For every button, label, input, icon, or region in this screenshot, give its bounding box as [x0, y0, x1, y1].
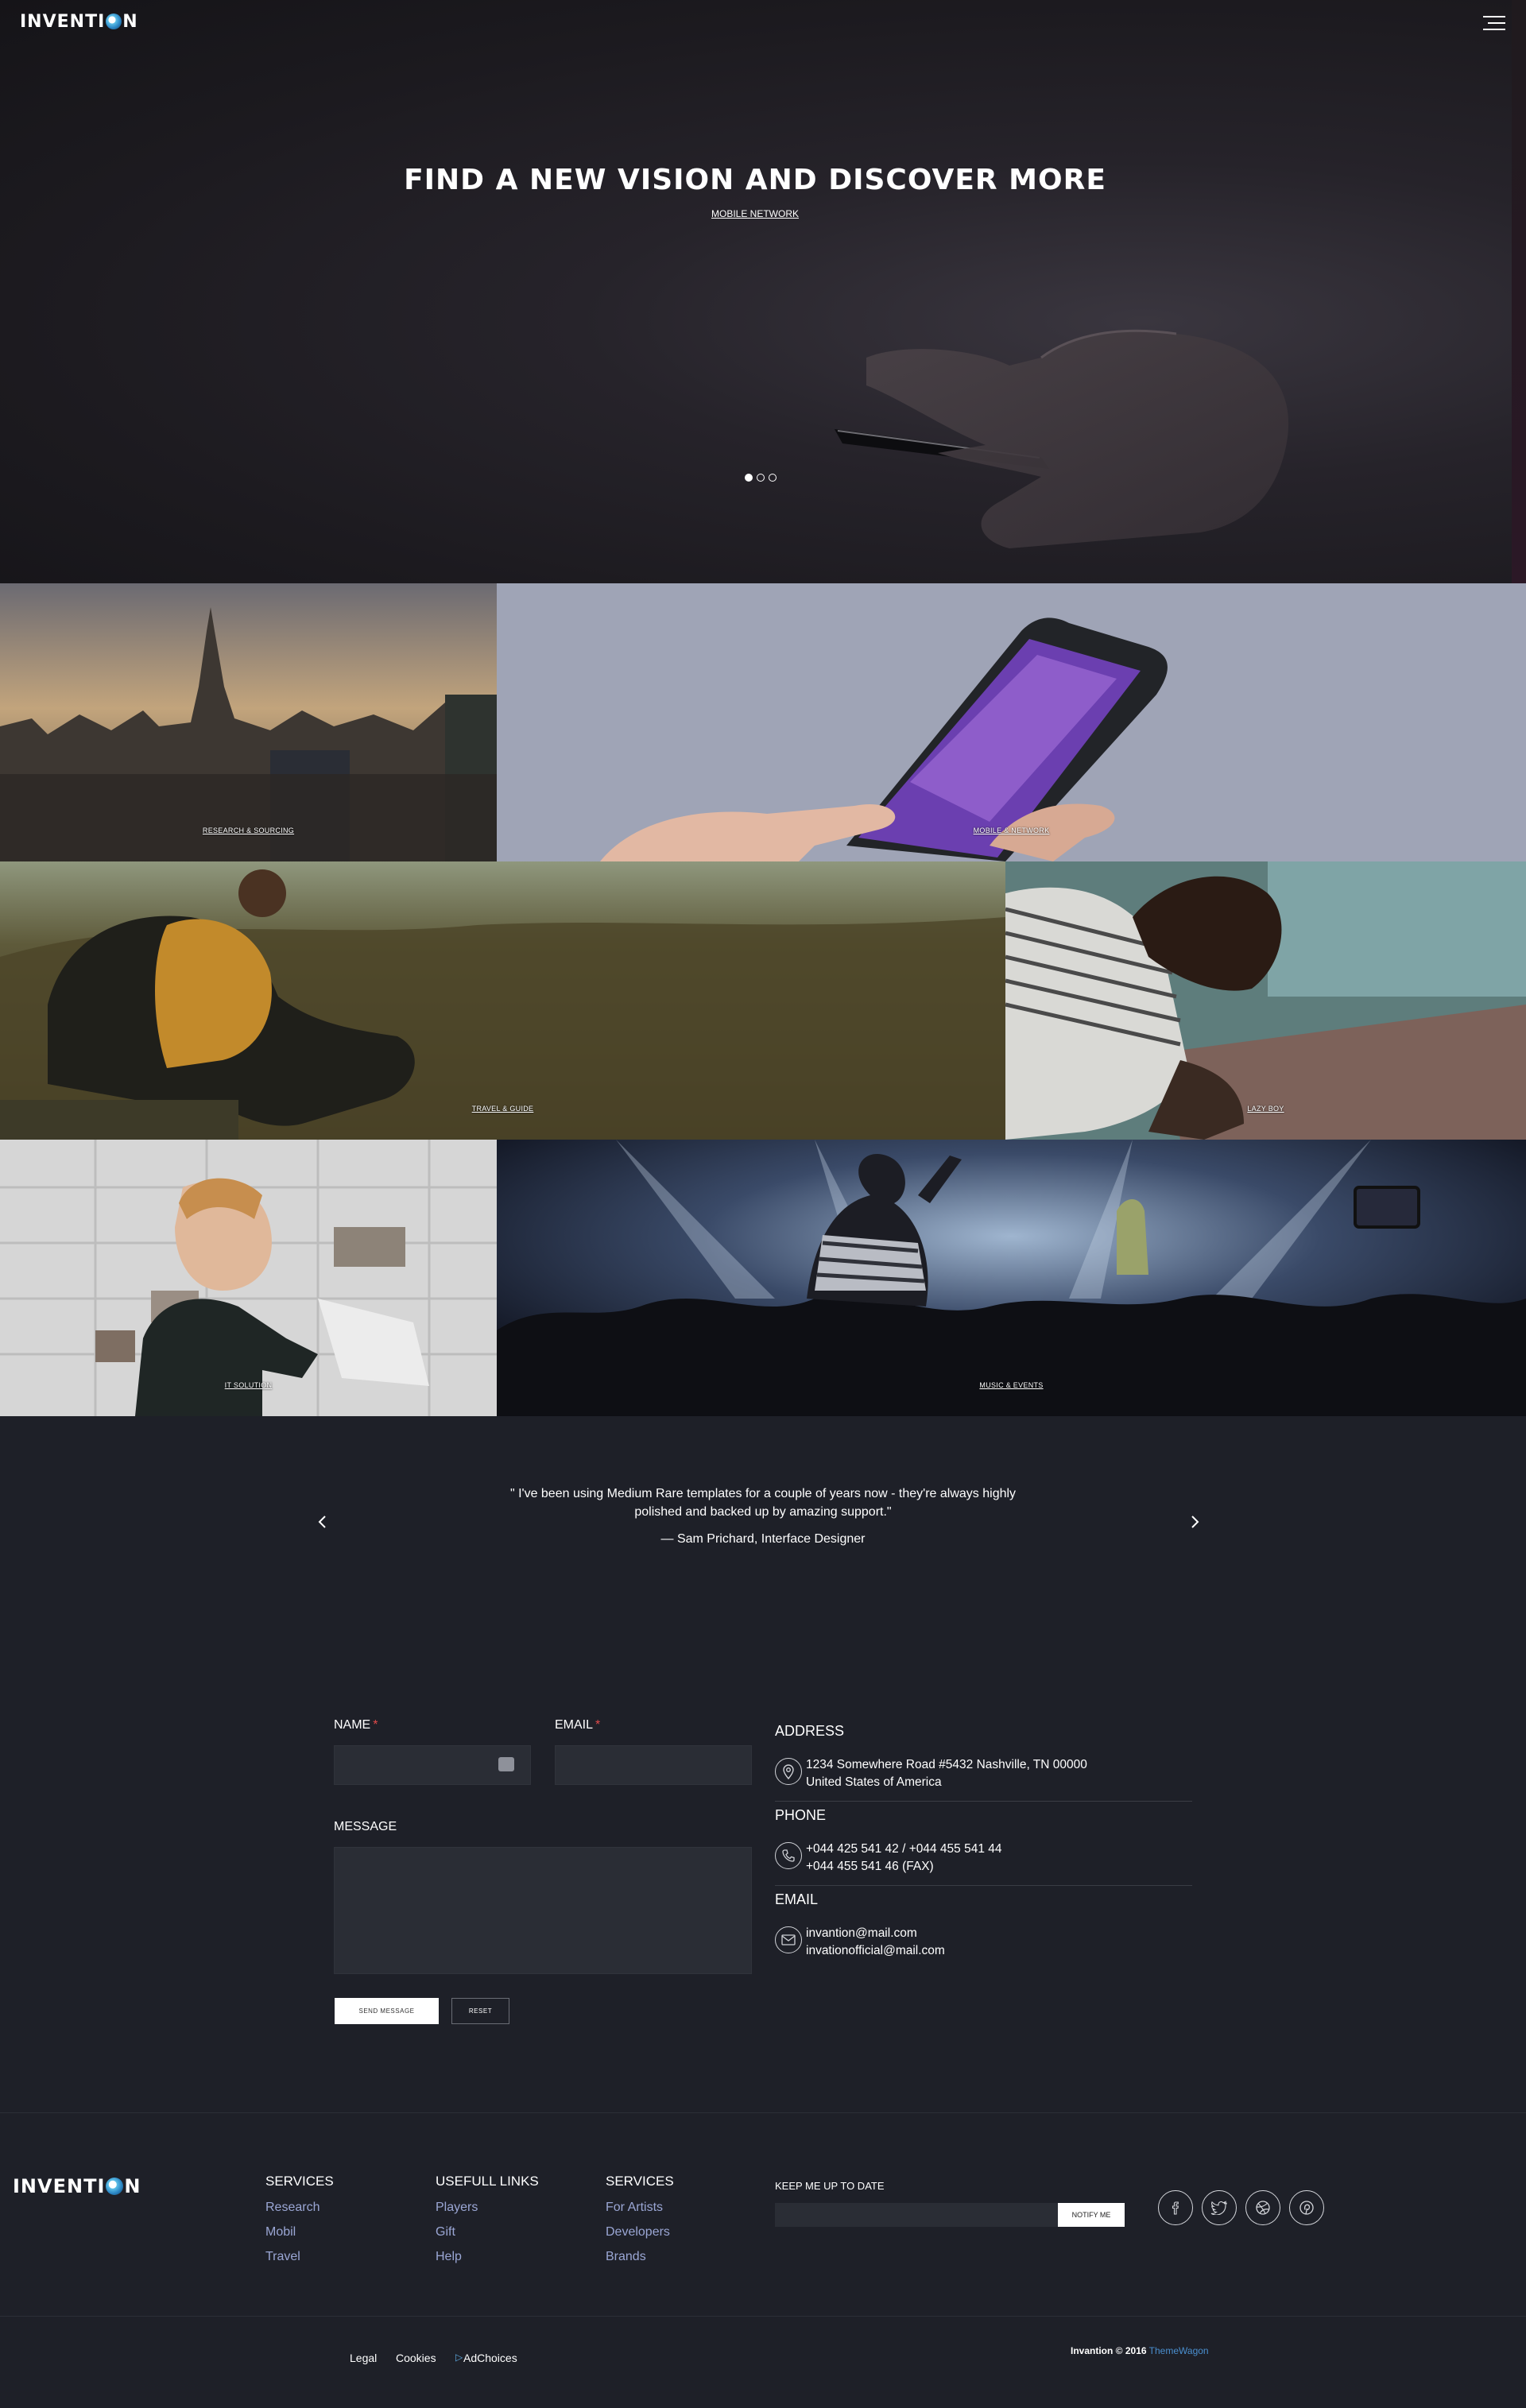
footer-column-title: SERVICES — [606, 2174, 674, 2189]
portfolio-label[interactable]: MUSIC & EVENTS — [497, 1381, 1526, 1389]
testimonial-author: — Sam Prichard, Interface Designer — [660, 1532, 866, 1546]
footer-link-developers[interactable]: Developers — [606, 2225, 674, 2240]
email-field[interactable] — [555, 1745, 752, 1785]
adchoices-link[interactable]: AdChoices — [463, 2352, 517, 2364]
divider — [775, 1885, 1192, 1886]
footer-logo[interactable]: INVENTI N — [13, 2175, 141, 2197]
name-label: NAME * — [334, 1718, 378, 1732]
email-line-2[interactable]: invationofficial@mail.com — [806, 1942, 945, 1960]
logo-text-end: N — [122, 11, 138, 32]
footer-divider — [0, 2316, 1526, 2317]
portfolio-tile-research[interactable]: RESEARCH & SOURCING — [0, 583, 497, 861]
portfolio-tile-music[interactable]: MUSIC & EVENTS — [497, 1140, 1526, 1416]
phone-icon — [775, 1842, 802, 1869]
portfolio-tile-lazyboy[interactable]: LAZY BOY — [1005, 861, 1526, 1140]
notify-me-button[interactable]: NOTIFY ME — [1058, 2203, 1125, 2227]
message-field[interactable] — [334, 1847, 752, 1974]
testimonial-section: " I've been using Medium Rare templates … — [0, 1416, 1526, 1631]
logo-text: INVENTI — [20, 11, 106, 32]
dribbble-icon[interactable] — [1245, 2190, 1280, 2225]
footer-column-title: USEFULL LINKS — [436, 2174, 539, 2189]
newsletter-label: KEEP ME UP TO DATE — [775, 2180, 885, 2192]
footer-link-players[interactable]: Players — [436, 2201, 539, 2215]
keyboard-icon — [498, 1757, 514, 1771]
concert-crowd-image — [497, 1140, 1526, 1416]
copyright-text: Invantion © 2016 — [1071, 2345, 1147, 2356]
reset-button[interactable]: RESET — [451, 1998, 509, 2024]
portfolio-tile-it[interactable]: IT SOLUTION — [0, 1140, 497, 1416]
footer-link-travel[interactable]: Travel — [265, 2250, 334, 2264]
email-line-1[interactable]: invantion@mail.com — [806, 1925, 917, 1942]
footer-link-help[interactable]: Help — [436, 2250, 539, 2264]
hero-title: FIND A NEW VISION AND DISCOVER MORE — [404, 164, 1106, 196]
phone-line-2: +044 455 541 46 (FAX) — [806, 1860, 934, 1873]
slider-dots — [745, 474, 777, 482]
portfolio-label[interactable]: MOBILE & NETWORK — [497, 827, 1526, 834]
portfolio-label[interactable]: LAZY BOY — [1005, 1105, 1526, 1113]
logo-text: INVENTI — [13, 2175, 106, 2197]
footer-column-title: SERVICES — [265, 2174, 334, 2189]
name-field[interactable] — [334, 1745, 531, 1785]
man-leaning-image — [1005, 861, 1526, 1140]
address-line-2: United States of America — [806, 1775, 942, 1789]
address-line-1: 1234 Somewhere Road #5432 Nashville, TN … — [806, 1758, 1087, 1771]
email-label: EMAIL * — [555, 1718, 601, 1732]
logo-globe-icon — [106, 2178, 124, 2195]
adchoices-icon: ▷ — [455, 2352, 463, 2363]
address-heading: ADDRESS — [775, 1723, 845, 1739]
footer-column-useful-links: USEFULL LINKS Players Gift Help — [436, 2174, 539, 2274]
footer: INVENTI N SERVICES Research Mobil Travel … — [0, 2112, 1526, 2408]
footer-column-services: SERVICES Research Mobil Travel — [265, 2174, 334, 2274]
cookies-link[interactable]: Cookies — [396, 2352, 436, 2364]
footer-link-mobil[interactable]: Mobil — [265, 2225, 334, 2240]
footer-link-brands[interactable]: Brands — [606, 2250, 674, 2264]
logo-text-end: N — [124, 2175, 141, 2197]
footer-column-services-2: SERVICES For Artists Developers Brands — [606, 2174, 674, 2274]
phone-in-hand-image — [497, 583, 1526, 861]
hamburger-menu-icon[interactable] — [1483, 16, 1505, 33]
divider — [775, 1801, 1192, 1802]
hero-edge-strip — [1512, 0, 1526, 583]
portfolio-label[interactable]: IT SOLUTION — [0, 1381, 497, 1389]
footer-link-for-artists[interactable]: For Artists — [606, 2201, 674, 2215]
send-message-button[interactable]: SEND MESSAGE — [335, 1998, 439, 2024]
city-skyline-image — [0, 583, 497, 861]
footer-link-gift[interactable]: Gift — [436, 2225, 539, 2240]
legal-link[interactable]: Legal — [350, 2352, 377, 2364]
facebook-icon[interactable] — [1158, 2190, 1193, 2225]
newsletter-email-input[interactable] — [775, 2203, 1058, 2227]
phone-line-1: +044 425 541 42 / +044 455 541 44 — [806, 1842, 1002, 1856]
slider-dot-1[interactable] — [745, 474, 753, 482]
chevron-left-icon[interactable] — [312, 1512, 333, 1532]
man-with-photos-image — [0, 1140, 497, 1416]
hero-slider: INVENTI N FIND A NEW VISION AND DISCOVER … — [0, 0, 1526, 583]
twitter-icon[interactable] — [1202, 2190, 1237, 2225]
testimonial-quote: " I've been using Medium Rare templates … — [509, 1487, 1017, 1519]
portfolio-label[interactable]: RESEARCH & SOURCING — [0, 827, 497, 834]
logo-globe-icon — [106, 14, 122, 29]
envelope-icon — [775, 1926, 802, 1953]
hero-subtitle-link[interactable]: MOBILE NETWORK — [0, 208, 1510, 219]
phone-heading: PHONE — [775, 1807, 827, 1823]
slider-dot-2[interactable] — [757, 474, 765, 482]
copyright: Invantion © 2016 ThemeWagon — [1071, 2345, 1209, 2356]
slider-dot-3[interactable] — [769, 474, 777, 482]
portfolio-tile-mobile[interactable]: MOBILE & NETWORK — [497, 583, 1526, 861]
hero-hands-phone-image — [835, 329, 1289, 548]
footer-link-research[interactable]: Research — [265, 2201, 334, 2215]
portfolio-tile-travel[interactable]: TRAVEL & GUIDE — [0, 861, 1005, 1140]
email-heading: EMAIL — [775, 1891, 819, 1907]
pinterest-icon[interactable] — [1289, 2190, 1324, 2225]
message-label: MESSAGE — [334, 1820, 397, 1833]
logo[interactable]: INVENTI N — [20, 10, 138, 33]
portfolio-label[interactable]: TRAVEL & GUIDE — [0, 1105, 1005, 1113]
map-pin-icon — [775, 1758, 802, 1785]
credit-link[interactable]: ThemeWagon — [1149, 2345, 1209, 2356]
chevron-right-icon[interactable] — [1184, 1512, 1205, 1532]
hiker-image — [0, 861, 1005, 1140]
